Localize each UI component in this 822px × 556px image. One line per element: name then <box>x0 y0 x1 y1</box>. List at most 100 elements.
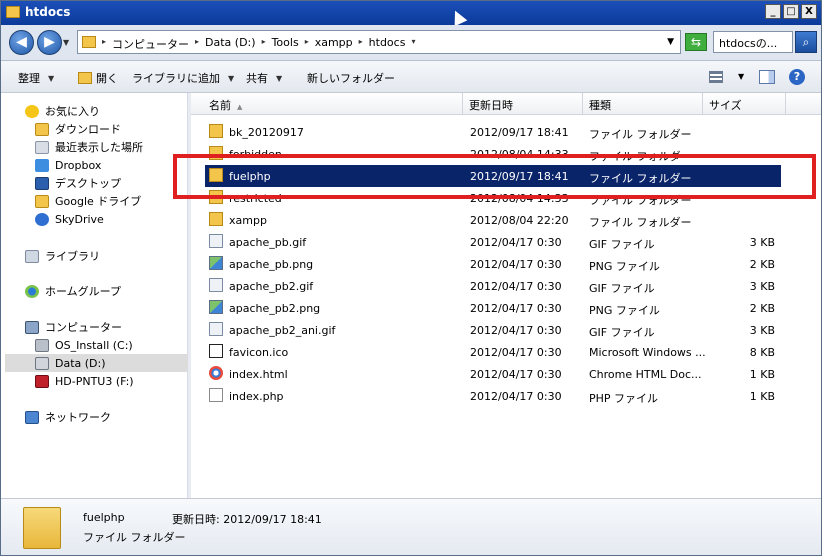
file-size: 3 KB <box>749 236 775 249</box>
google-drive-folder-icon <box>35 194 49 208</box>
table-row[interactable]: apache_pb.gif 2012/04/17 0:30 GIF ファイル 3 KB <box>191 231 821 253</box>
sidebar-item-libraries[interactable]: ライブラリ <box>25 247 185 265</box>
table-row[interactable]: fuelphp 2012/09/17 18:41 ファイル フォルダー <box>205 165 781 187</box>
table-row[interactable]: index.html 2012/04/17 0:30 Chrome HTML Doc… <box>191 363 821 385</box>
sidebar-item-label: HD-PNTU3 (F:) <box>55 374 134 388</box>
close-button[interactable]: X <box>801 4 817 19</box>
file-size: 3 KB <box>749 280 775 293</box>
breadcrumb-htdocs[interactable]: htdocs <box>369 36 406 52</box>
details-name: fuelphp <box>83 511 125 524</box>
file-modified: 2012/04/17 0:30 <box>470 280 562 293</box>
sidebar-item-homegroup[interactable]: ホームグループ <box>25 282 185 300</box>
chevron-right-icon[interactable]: ▸ <box>102 36 106 52</box>
chevron-right-icon[interactable]: ▸ <box>359 36 363 52</box>
table-row[interactable]: apache_pb2_ani.gif 2012/04/17 0:30 GIF ファイ… <box>191 319 821 341</box>
file-name: apache_pb2.png <box>229 302 321 315</box>
sidebar-item-downloads[interactable]: ダウンロード <box>35 120 185 138</box>
table-row[interactable]: apache_pb2.gif 2012/04/17 0:30 GIF ファイル 3 K… <box>191 275 821 297</box>
column-name[interactable]: 名前 ▲ <box>209 97 242 113</box>
recent-pages-dropdown-icon[interactable]: ▼ <box>63 38 69 47</box>
share-button[interactable]: 共有 ▼ <box>246 70 282 86</box>
new-folder-button[interactable]: 新しいフォルダー <box>307 70 395 86</box>
refresh-button[interactable]: ⇆ <box>685 33 707 51</box>
table-row[interactable]: xampp 2012/08/04 22:20 ファイル フォルダー <box>191 209 821 231</box>
table-row[interactable]: apache_pb.png 2012/04/17 0:30 PNG ファイル 2 KB <box>191 253 821 275</box>
title-bar[interactable]: htdocs _ □ X <box>1 1 821 25</box>
file-name: index.html <box>229 368 288 381</box>
preview-pane-icon[interactable] <box>759 70 775 84</box>
file-type: ファイル フォルダー <box>589 150 692 163</box>
folder-icon <box>209 212 223 226</box>
sidebar-item-label: Google ドライブ <box>55 195 142 208</box>
file-size: 2 KB <box>749 302 775 315</box>
sidebar-item-d-drive[interactable]: Data (D:) <box>5 354 188 372</box>
sidebar-item-f-drive[interactable]: HD-PNTU3 (F:) <box>35 372 185 390</box>
recent-places-icon <box>35 140 49 154</box>
column-divider[interactable] <box>702 93 703 115</box>
column-modified[interactable]: 更新日時 <box>469 97 513 113</box>
php-icon <box>209 388 223 402</box>
search-icon[interactable]: ⌕ <box>795 31 817 53</box>
view-options-icon[interactable] <box>709 71 723 83</box>
folder-icon <box>209 146 223 160</box>
sidebar-item-favorites[interactable]: お気に入り <box>25 102 185 120</box>
table-row[interactable]: forbidden 2012/08/04 14:33 ファイル フォルダー <box>191 143 821 165</box>
organize-button[interactable]: 整理 ▼ <box>18 70 54 86</box>
sidebar-item-network[interactable]: ネットワーク <box>25 408 185 426</box>
sidebar-item-google-drive[interactable]: Google ドライブ <box>35 192 185 210</box>
sidebar-item-skydrive[interactable]: SkyDrive <box>35 210 185 228</box>
column-divider[interactable] <box>582 93 583 115</box>
gif-icon <box>209 322 223 336</box>
file-type: ファイル フォルダー <box>589 194 692 207</box>
table-row[interactable]: restricted 2012/08/04 14:33 ファイル フォルダー <box>191 187 821 209</box>
file-size: 1 KB <box>749 368 775 381</box>
png-icon <box>209 256 223 270</box>
table-row[interactable]: apache_pb2.png 2012/04/17 0:30 PNG ファイル 2 K… <box>191 297 821 319</box>
file-modified: 2012/09/17 18:41 <box>470 170 569 183</box>
breadcrumb-computer[interactable]: コンピューター <box>112 36 189 52</box>
column-size[interactable]: サイズ <box>709 97 742 113</box>
sidebar-item-computer[interactable]: コンピューター <box>25 318 185 336</box>
sidebar-item-dropbox[interactable]: Dropbox <box>35 156 185 174</box>
breadcrumb-data-drive[interactable]: Data (D:) <box>205 36 256 52</box>
breadcrumb-xampp[interactable]: xampp <box>315 36 353 52</box>
table-row[interactable]: bk_20120917 2012/09/17 18:41 ファイル フォルダー <box>191 121 821 143</box>
sidebar-item-c-drive[interactable]: OS_Install (C:) <box>35 336 185 354</box>
file-type: Microsoft Windows ... <box>589 346 706 359</box>
chevron-right-icon[interactable]: ▸ <box>305 36 309 52</box>
sidebar-item-recent-places[interactable]: 最近表示した場所 <box>35 138 185 156</box>
table-row[interactable]: favicon.ico 2012/04/17 0:30 Microsoft Wind… <box>191 341 821 363</box>
back-button[interactable]: ◀ <box>9 30 34 55</box>
search-input[interactable]: htdocsの... <box>713 31 793 53</box>
cloud-icon <box>35 212 49 226</box>
add-to-library-button[interactable]: ライブラリに追加 ▼ <box>132 70 234 86</box>
breadcrumb-tools[interactable]: Tools <box>272 36 299 52</box>
file-name: fuelphp <box>229 170 271 183</box>
column-type[interactable]: 種類 <box>589 97 611 113</box>
address-bar[interactable]: ▸ コンピューター ▸ Data (D:) ▸ Tools ▸ xampp ▸ … <box>77 30 681 54</box>
file-name: restricted <box>229 192 282 205</box>
breadcrumb: ▸ コンピューター ▸ Data (D:) ▸ Tools ▸ xampp ▸ … <box>102 36 415 52</box>
chevron-right-icon[interactable]: ▸ <box>195 36 199 52</box>
forward-button[interactable]: ▶ <box>37 30 62 55</box>
open-folder-icon <box>78 72 92 84</box>
file-name: apache_pb.gif <box>229 236 307 249</box>
open-button[interactable]: 開く <box>78 70 118 86</box>
sidebar-item-label: 最近表示した場所 <box>55 141 143 154</box>
file-name: xampp <box>229 214 267 227</box>
chevron-right-icon[interactable]: ▸ <box>262 36 266 52</box>
chevron-down-icon[interactable]: ▾ <box>411 36 415 52</box>
file-name: apache_pb.png <box>229 258 314 271</box>
help-icon[interactable]: ? <box>789 69 805 85</box>
column-divider[interactable] <box>462 93 463 115</box>
column-divider[interactable] <box>785 93 786 115</box>
maximize-button[interactable]: □ <box>783 4 799 19</box>
file-name: index.php <box>229 390 284 403</box>
chevron-down-icon[interactable]: ▼ <box>738 72 744 81</box>
minimize-button[interactable]: _ <box>765 4 781 19</box>
file-modified: 2012/08/04 14:33 <box>470 148 569 161</box>
new-folder-label: 新しいフォルダー <box>307 72 395 85</box>
sidebar-item-desktop[interactable]: デスクトップ <box>35 174 185 192</box>
table-row[interactable]: index.php 2012/04/17 0:30 PHP ファイル 1 KB <box>191 385 821 407</box>
address-history-dropdown-icon[interactable]: ▼ <box>667 37 674 47</box>
